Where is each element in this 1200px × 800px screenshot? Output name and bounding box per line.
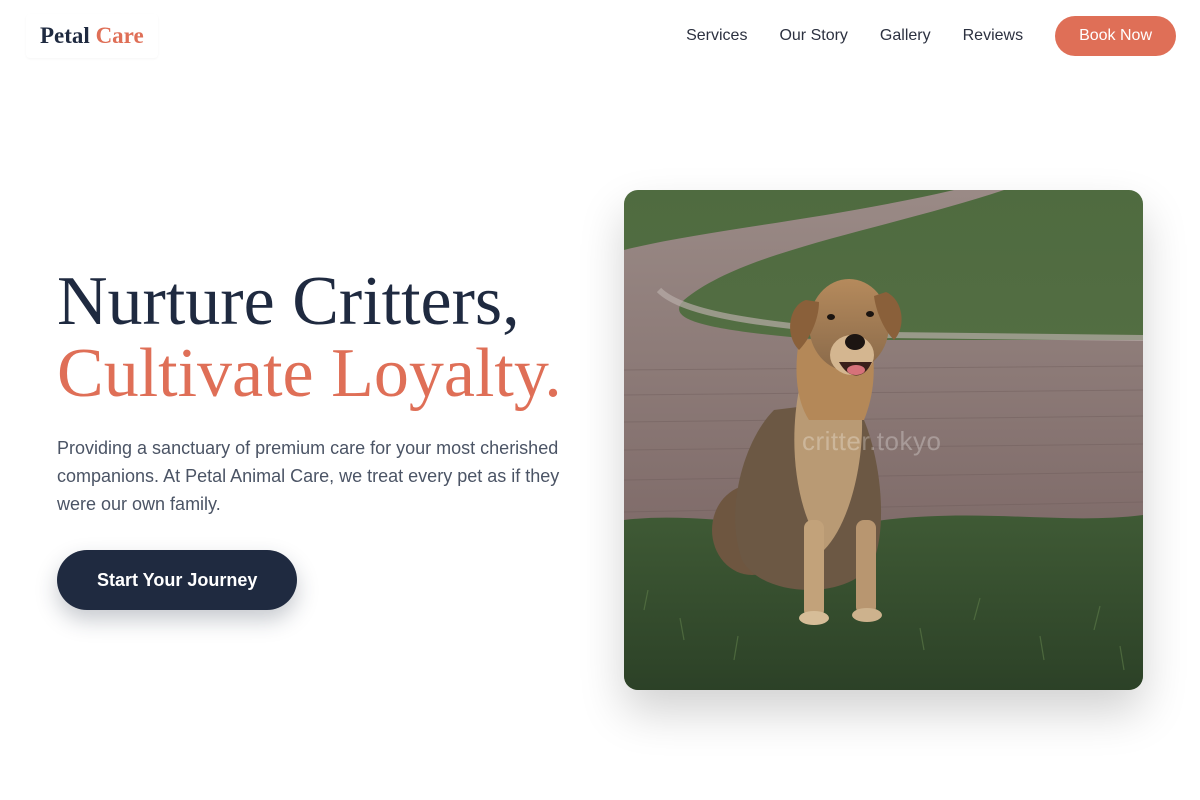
hero-dog-photo: critter.tokyo	[624, 190, 1143, 690]
nav-link-reviews[interactable]: Reviews	[963, 27, 1023, 45]
logo-word-care: Care	[95, 23, 144, 48]
nav-link-gallery[interactable]: Gallery	[880, 27, 931, 45]
nav-link-our-story[interactable]: Our Story	[779, 27, 847, 45]
start-journey-button[interactable]: Start Your Journey	[57, 550, 298, 610]
hero-description: Providing a sanctuary of premium care fo…	[57, 438, 560, 514]
headline-line-2: Cultivate Loyalty.	[57, 335, 562, 412]
main-nav: Services Our Story Gallery Reviews Book …	[686, 16, 1176, 56]
book-now-button[interactable]: Book Now	[1055, 16, 1176, 56]
hero-section: Nurture Critters, Cultivate Loyalty. Pro…	[57, 266, 597, 610]
photo-watermark: critter.tokyo	[802, 426, 942, 456]
hero-headline: Nurture Critters, Cultivate Loyalty.	[57, 266, 597, 410]
nav-link-services[interactable]: Services	[686, 27, 747, 45]
brand-logo[interactable]: Petal Care	[26, 14, 158, 58]
logo-word-petal: Petal	[40, 23, 90, 48]
site-header: Petal Care Services Our Story Gallery Re…	[0, 0, 1200, 72]
headline-line-1: Nurture Critters,	[57, 263, 520, 340]
